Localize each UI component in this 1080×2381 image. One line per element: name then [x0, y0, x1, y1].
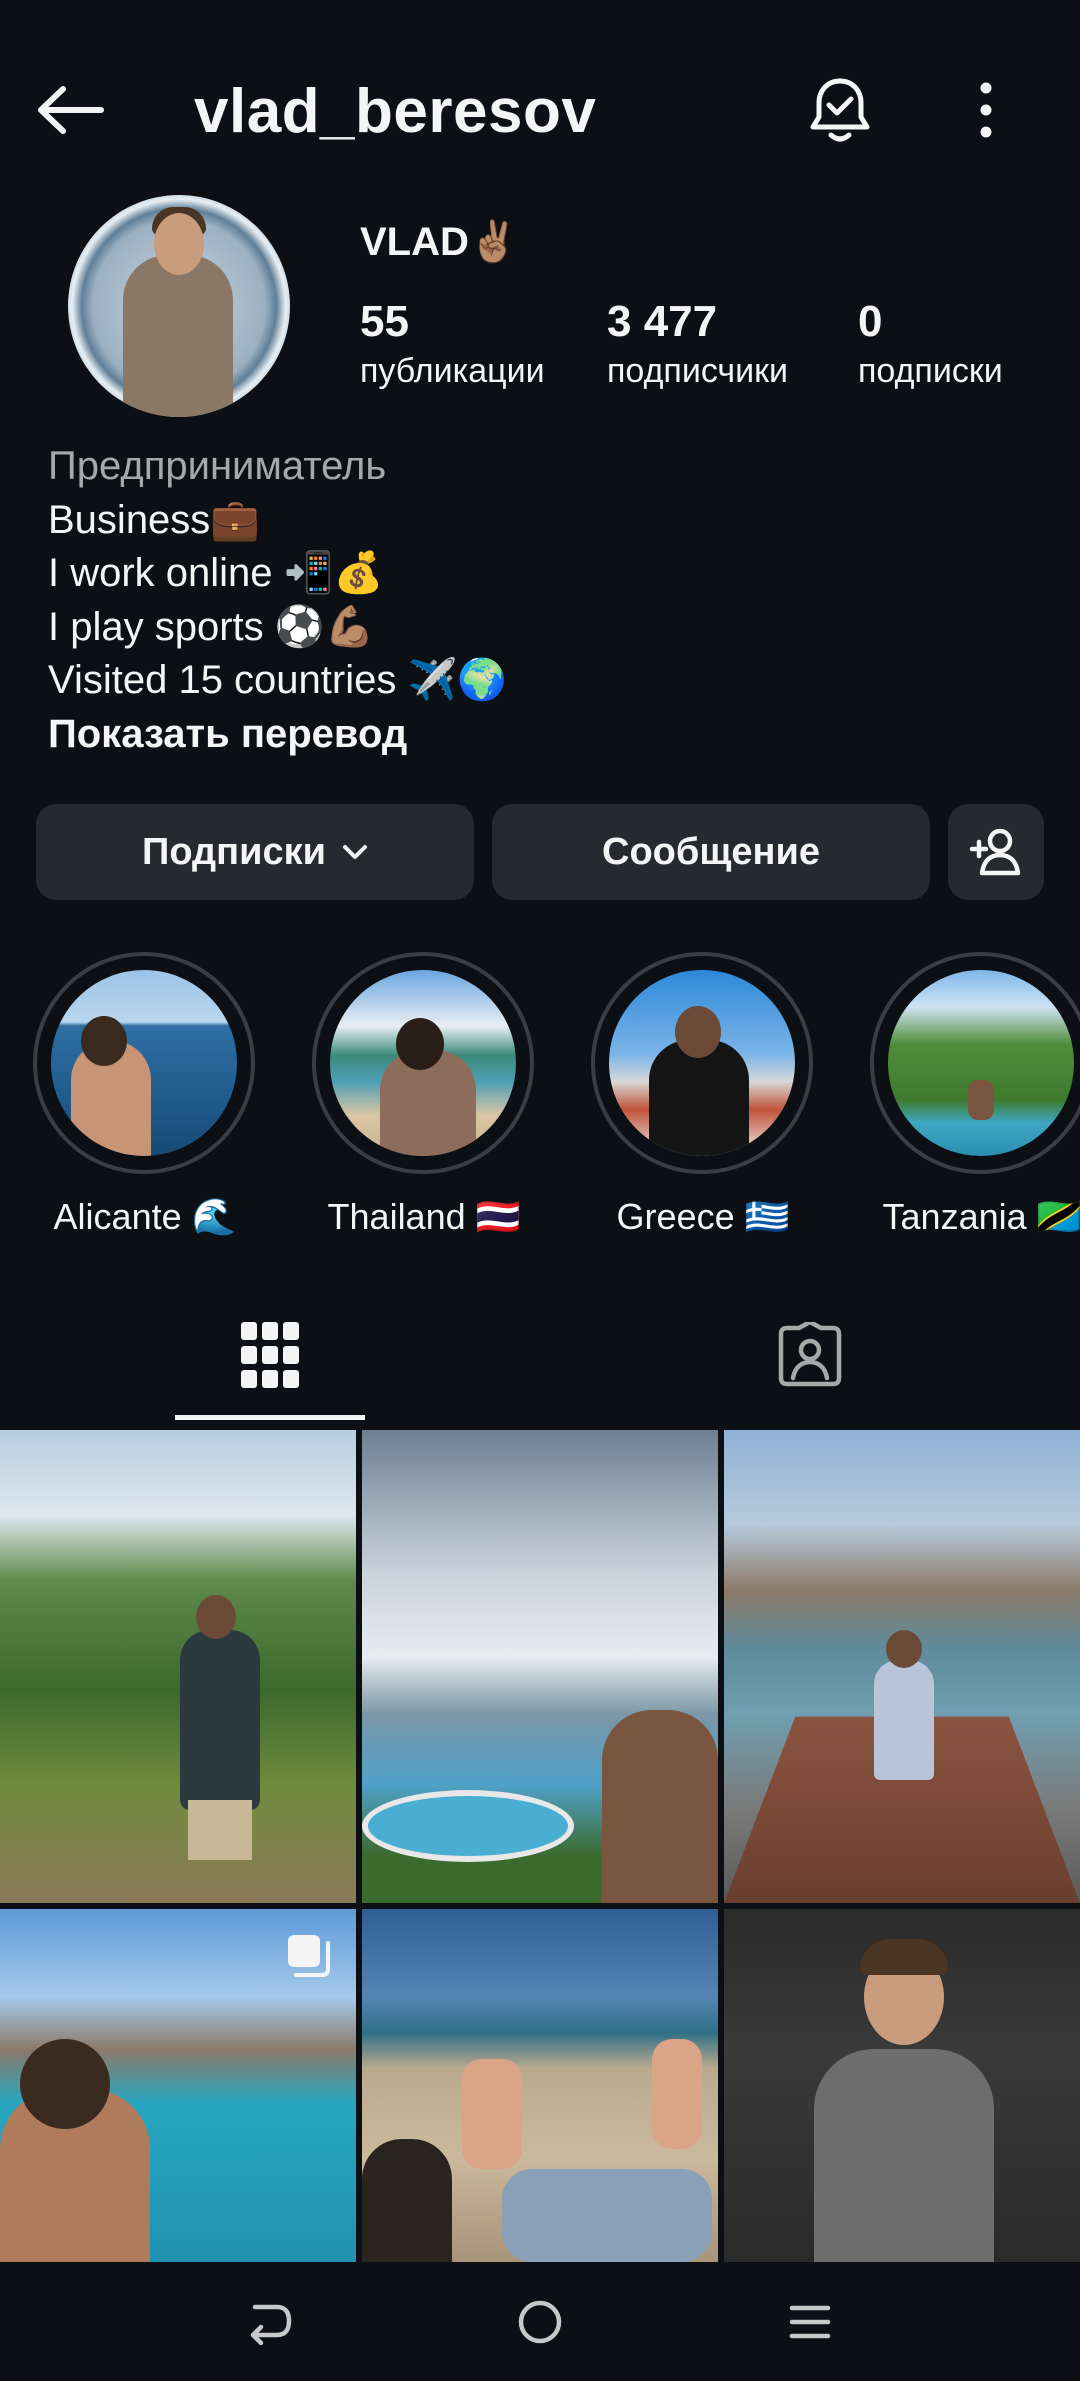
stat-followers[interactable]: 3 477 подписчики: [607, 296, 788, 392]
stat-posts-count: 55: [360, 297, 409, 346]
post-thumbnail[interactable]: [0, 1909, 356, 2262]
highlight-alicante[interactable]: Alicante 🌊: [33, 952, 257, 1238]
active-tab-indicator: [175, 1415, 365, 1420]
post-thumbnail[interactable]: [362, 1430, 718, 1903]
back-icon[interactable]: [220, 2290, 320, 2354]
highlight-thumbnail: [51, 970, 237, 1156]
profile-username: vlad_beresov: [194, 77, 597, 146]
display-name: VLAD✌🏽: [360, 220, 519, 264]
following-button[interactable]: Подписки: [36, 804, 474, 900]
stat-posts-label: публикации: [360, 352, 545, 390]
grid-icon: [241, 1322, 299, 1388]
highlight-thumbnail: [888, 970, 1074, 1156]
tab-tagged[interactable]: [715, 1290, 905, 1420]
tagged-icon: [777, 1322, 843, 1388]
recents-icon[interactable]: [760, 2290, 860, 2354]
add-person-icon: [968, 827, 1024, 877]
highlight-tanzania[interactable]: Tanzania 🇹🇿: [870, 952, 1080, 1238]
show-translation-link[interactable]: Показать перевод: [48, 708, 507, 762]
highlight-label: Tanzania 🇹🇿: [882, 1196, 1080, 1237]
post-thumbnail[interactable]: [724, 1430, 1080, 1903]
post-thumbnail[interactable]: [0, 1430, 356, 1903]
following-button-label: Подписки: [142, 830, 326, 873]
post-thumbnail[interactable]: [362, 1909, 718, 2262]
bell-check-icon[interactable]: [800, 70, 880, 150]
profile-avatar[interactable]: [68, 195, 290, 417]
bio-line: Visited 15 countries ✈️🌍: [48, 658, 508, 702]
highlight-greece[interactable]: Greece 🇬🇷: [591, 952, 815, 1238]
stat-followers-count: 3 477: [607, 297, 718, 346]
tab-posts-grid[interactable]: [175, 1290, 365, 1420]
highlight-thumbnail: [609, 970, 795, 1156]
chevron-down-icon: [342, 844, 368, 860]
bio-line: I play sports ⚽💪🏽: [48, 604, 375, 649]
more-vertical-icon[interactable]: [946, 70, 1026, 150]
stat-followers-label: подписчики: [607, 352, 789, 390]
post-thumbnail[interactable]: [724, 1909, 1080, 2262]
bio-line: I work online 📲💰: [48, 551, 384, 595]
bio-category: Предприниматель: [48, 444, 387, 488]
highlight-thailand[interactable]: Thailand 🇹🇭: [312, 952, 536, 1238]
stat-following[interactable]: 0 подписки: [858, 296, 1003, 392]
message-button[interactable]: Сообщение: [492, 804, 930, 900]
bio-line: Business💼: [48, 497, 261, 542]
stat-following-label: подписки: [858, 352, 1003, 390]
home-icon[interactable]: [490, 2290, 590, 2354]
back-arrow-icon[interactable]: [30, 70, 110, 150]
highlight-label: Thailand 🇹🇭: [327, 1196, 521, 1237]
carousel-icon: [286, 1933, 332, 1984]
highlight-thumbnail: [330, 970, 516, 1156]
stat-posts[interactable]: 55 публикации: [360, 296, 545, 392]
add-person-button[interactable]: [948, 804, 1044, 900]
message-button-label: Сообщение: [602, 830, 820, 873]
profile-bio: Предприниматель Business💼 I work online …: [48, 440, 507, 761]
highlight-label: Greece 🇬🇷: [616, 1196, 790, 1237]
highlight-label: Alicante 🌊: [53, 1196, 237, 1237]
stat-following-count: 0: [858, 297, 883, 346]
